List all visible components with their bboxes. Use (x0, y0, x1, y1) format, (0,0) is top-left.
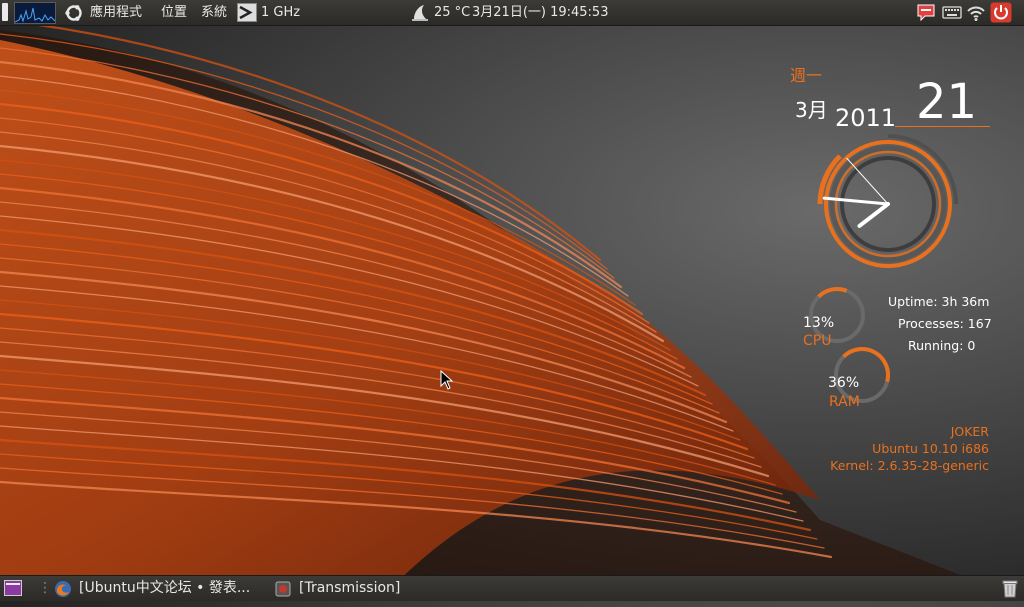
conky-user: JOKER (950, 424, 989, 439)
cpu-frequency-label: 1 GHz (261, 5, 301, 20)
weather-icon[interactable] (410, 3, 430, 28)
clock-hour-hand (857, 202, 890, 228)
conky-month: 3月 (795, 98, 828, 122)
firefox-icon (54, 580, 72, 605)
conky-kernel: Kernel: 2.6.35-28-generic (830, 458, 989, 473)
conky-day: 21 (916, 74, 978, 130)
task-transmission[interactable]: [Transmission] (299, 576, 400, 601)
cpufreq-icon[interactable] (237, 3, 257, 28)
trash-icon[interactable] (1000, 578, 1020, 603)
transmission-icon (274, 580, 292, 605)
ram-percent: 36% (828, 375, 860, 391)
show-desktop-icon[interactable] (4, 580, 22, 605)
task-firefox[interactable]: [Ubuntu中文论坛 • 發表... (79, 576, 250, 601)
chat-icon[interactable] (916, 3, 936, 28)
system-monitor-graph[interactable] (14, 2, 56, 24)
power-icon[interactable] (990, 2, 1012, 27)
ubuntu-logo-icon[interactable] (64, 3, 84, 28)
places-menu[interactable]: 位置 (161, 0, 187, 25)
running-text: Running: 0 (908, 338, 976, 353)
wifi-icon[interactable] (966, 3, 986, 28)
cpu-label: CPU (803, 333, 832, 349)
tasklist-handle[interactable]: ⋮ (38, 576, 52, 601)
top-panel: 應用程式 位置 系統 1 GHz 25 °C 3月21日(一) 19:45:53 (0, 0, 1024, 26)
panel-handle[interactable] (2, 3, 8, 21)
conky-date-underline (895, 126, 990, 127)
bottom-panel: ⋮ [Ubuntu中文论坛 • 發表... [Transmission] (0, 575, 1024, 601)
ram-label: RAM (829, 394, 860, 410)
keyboard-icon[interactable] (942, 3, 962, 28)
system-menu[interactable]: 系統 (201, 0, 227, 25)
processes-text: Processes: 167 (898, 316, 992, 331)
conky-weekday: 週一 (790, 66, 823, 85)
applications-menu[interactable]: 應用程式 (90, 0, 142, 25)
conky-analog-clock (817, 134, 958, 268)
mouse-pointer (440, 370, 454, 390)
desktop-wallpaper (0, 18, 1024, 600)
weather-temperature[interactable]: 25 °C (434, 0, 470, 25)
conky-os: Ubuntu 10.10 i686 (872, 441, 989, 456)
uptime-text: Uptime: 3h 36m (888, 294, 990, 309)
cpu-percent: 13% (803, 315, 835, 331)
clock-datetime[interactable]: 3月21日(一) 19:45:53 (472, 0, 608, 25)
